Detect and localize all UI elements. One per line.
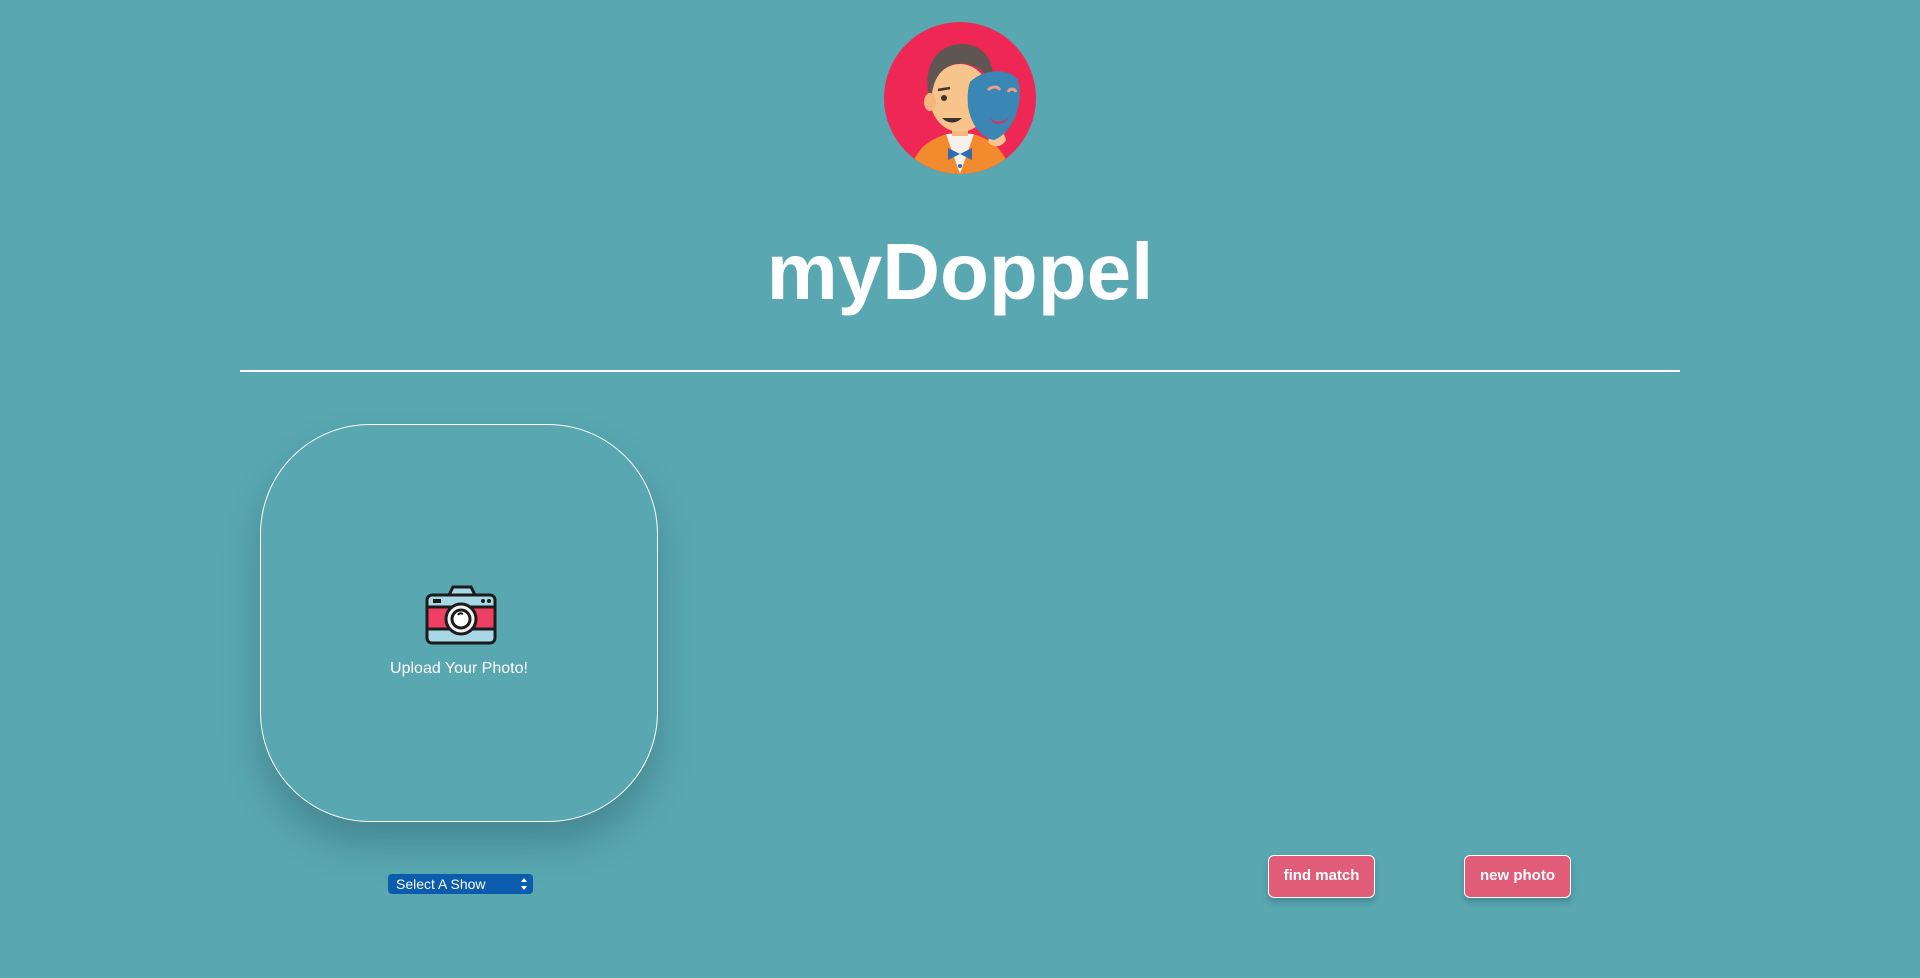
- find-match-button[interactable]: find match: [1268, 855, 1375, 898]
- camera-icon: [425, 585, 497, 645]
- header-divider: [240, 370, 1680, 372]
- new-photo-button[interactable]: new photo: [1464, 855, 1571, 898]
- doppelganger-mask-logo-icon: [884, 22, 1036, 174]
- page: myDoppel Upload Your Photo! Select A Sho…: [0, 0, 1920, 978]
- upload-photo-label: Upload Your Photo!: [390, 660, 528, 677]
- photo-upload-dropzone[interactable]: Upload Your Photo!: [260, 424, 658, 822]
- show-select-dropdown[interactable]: Select A Show: [388, 874, 533, 894]
- select-arrows-icon: [520, 876, 528, 892]
- app-title: myDoppel: [766, 227, 1154, 316]
- show-select-value: Select A Show: [396, 876, 486, 892]
